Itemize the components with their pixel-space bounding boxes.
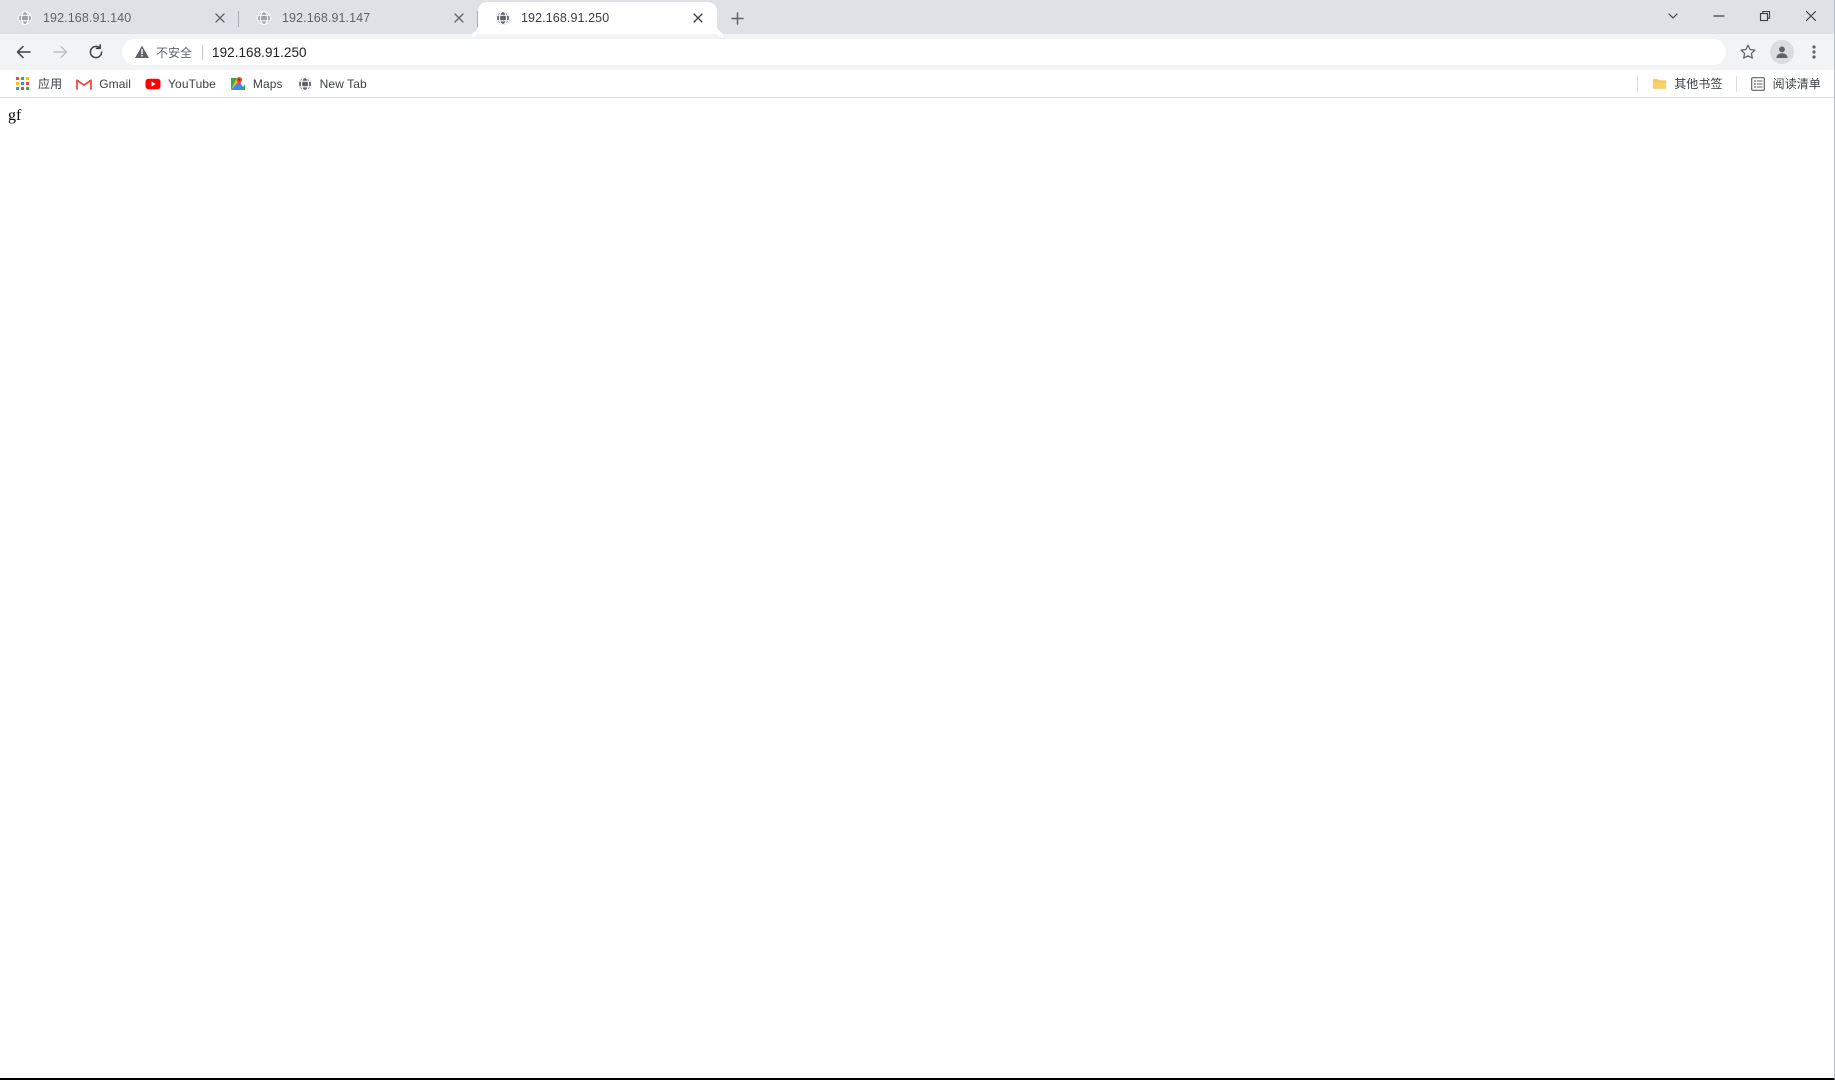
tabstrip-drag-area bbox=[751, 0, 1650, 34]
bookmarks-divider bbox=[1637, 75, 1639, 92]
bookmarks-divider bbox=[1735, 75, 1737, 92]
maximize-icon[interactable] bbox=[1742, 0, 1788, 32]
tab-title: 192.168.91.147 bbox=[282, 11, 371, 25]
bookmark-label: 阅读清单 bbox=[1772, 77, 1821, 91]
url-text[interactable]: 192.168.91.250 bbox=[212, 45, 307, 60]
youtube-icon bbox=[145, 76, 161, 92]
gmail-icon bbox=[76, 76, 93, 92]
reading-list-icon bbox=[1750, 76, 1766, 92]
browser-tab[interactable]: 192.168.91.140 bbox=[0, 2, 239, 34]
warning-triangle-icon bbox=[134, 44, 150, 60]
page-viewport: gf bbox=[0, 98, 1834, 1078]
page-body-text: gf bbox=[8, 107, 22, 124]
bookmark-label: 应用 bbox=[38, 77, 63, 91]
star-icon[interactable] bbox=[1734, 38, 1762, 66]
tab-title: 192.168.91.250 bbox=[521, 11, 610, 25]
security-status[interactable]: 不安全 bbox=[134, 44, 192, 61]
apps-grid-icon bbox=[15, 76, 31, 92]
content-wrap: gf bbox=[0, 98, 1834, 1078]
browser-window: 192.168.91.140 192.168.91.147 192.168.91… bbox=[0, 0, 1835, 1080]
reload-button[interactable] bbox=[81, 37, 111, 67]
browser-tab[interactable]: 192.168.91.147 bbox=[239, 2, 478, 34]
bookmark-apps[interactable]: 应用 bbox=[8, 73, 69, 95]
bookmark-label: New Tab bbox=[319, 76, 367, 91]
maps-icon bbox=[230, 76, 246, 92]
globe-icon bbox=[297, 76, 313, 92]
bookmark-label: Gmail bbox=[99, 76, 132, 91]
browser-toolbar: 不安全 192.168.91.250 bbox=[0, 34, 1834, 70]
window-controls bbox=[1650, 0, 1834, 34]
globe-icon bbox=[17, 10, 33, 26]
bookmark-reading-list[interactable]: 阅读清单 bbox=[1743, 73, 1828, 95]
bookmark-gmail[interactable]: Gmail bbox=[69, 73, 138, 95]
chevron-down-icon[interactable] bbox=[1650, 0, 1696, 32]
chrome-menu-icon[interactable] bbox=[1802, 38, 1826, 66]
bookmark-maps[interactable]: Maps bbox=[223, 73, 290, 95]
folder-icon bbox=[1651, 76, 1667, 92]
minimize-icon[interactable] bbox=[1696, 0, 1742, 32]
forward-button bbox=[45, 37, 75, 67]
new-tab-button[interactable] bbox=[723, 4, 751, 32]
bookmark-new-tab[interactable]: New Tab bbox=[290, 73, 374, 95]
tab-title: 192.168.91.140 bbox=[43, 11, 132, 25]
close-icon[interactable] bbox=[211, 9, 229, 27]
avatar[interactable] bbox=[1770, 40, 1794, 64]
close-icon[interactable] bbox=[1788, 0, 1834, 32]
browser-tab-active[interactable]: 192.168.91.250 bbox=[478, 2, 717, 34]
tabs-area: 192.168.91.140 192.168.91.147 192.168.91… bbox=[0, 0, 751, 34]
bookmark-youtube[interactable]: YouTube bbox=[138, 73, 223, 95]
close-icon[interactable] bbox=[450, 9, 468, 27]
address-bar[interactable]: 不安全 192.168.91.250 bbox=[122, 39, 1726, 65]
bookmark-label: 其他书签 bbox=[1674, 77, 1723, 91]
bookmark-label: YouTube bbox=[168, 76, 216, 91]
globe-icon bbox=[495, 10, 511, 26]
tab-strip: 192.168.91.140 192.168.91.147 192.168.91… bbox=[0, 0, 1834, 34]
bookmark-label: Maps bbox=[252, 76, 283, 91]
bookmark-other-bookmarks[interactable]: 其他书签 bbox=[1644, 73, 1729, 95]
back-button[interactable] bbox=[9, 37, 39, 67]
close-icon[interactable] bbox=[689, 9, 707, 27]
omnibox-divider bbox=[202, 44, 204, 60]
bookmarks-bar: 应用 Gmail YouTube Maps New Tab 其他书签 阅读清单 bbox=[0, 70, 1834, 98]
globe-icon bbox=[256, 10, 272, 26]
security-label: 不安全 bbox=[156, 45, 193, 60]
